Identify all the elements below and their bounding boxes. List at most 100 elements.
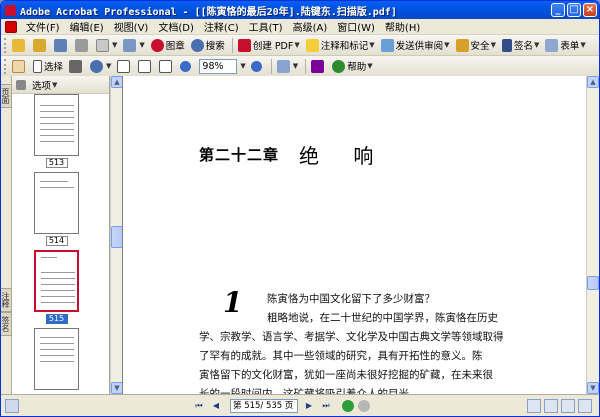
- select-tool-button[interactable]: 选择: [31, 58, 65, 75]
- attach-button[interactable]: ▼: [121, 37, 146, 54]
- forms-button[interactable]: 表单 ▼: [543, 37, 587, 54]
- menu-window[interactable]: 窗口(W): [332, 19, 380, 34]
- navigation-tabs: 页面 注释 签名: [1, 76, 12, 394]
- options-label[interactable]: 选项: [32, 78, 51, 92]
- status-bar: ⏮ ◀ 第 515/ 535 页 ▶ ⏭: [1, 394, 599, 416]
- page-thumbnails-panel: 选项 ▼ 513 514 515: [12, 76, 110, 394]
- thumbnail-page-515[interactable]: 515: [34, 250, 79, 324]
- create-pdf-button[interactable]: 创建 PDF ▼: [236, 37, 302, 54]
- thumbnails-list[interactable]: 513 514 515: [12, 94, 109, 394]
- zoom-in-button[interactable]: [246, 58, 266, 75]
- file-toolbar: ▼ ▼ 图章 搜索 创建 PDF ▼ 注释和标记 ▼ 发送供审阅 ▼ 安全 ▼ 签名 ▼ …: [1, 35, 599, 56]
- email-button[interactable]: ▼: [94, 37, 119, 54]
- options-dropdown[interactable]: ▼: [52, 81, 57, 89]
- menu-tools[interactable]: 工具(T): [244, 19, 288, 34]
- zoom-out-icon: [180, 60, 192, 72]
- yahoo-button[interactable]: [309, 58, 328, 75]
- open-button[interactable]: [10, 37, 29, 54]
- menu-bar: 文件(F) 编辑(E) 视图(V) 文档(D) 注释(C) 工具(T) 高级(A…: [1, 19, 599, 35]
- menu-comments[interactable]: 注释(C): [199, 19, 244, 34]
- last-page-button[interactable]: ⏭: [319, 399, 333, 413]
- fit-width-button[interactable]: [157, 58, 176, 75]
- scroll-up-arrow[interactable]: ▲: [587, 76, 599, 88]
- tab-pages[interactable]: 页面: [1, 84, 12, 108]
- forms-icon: [545, 38, 559, 52]
- continuous-page-icon[interactable]: [544, 398, 558, 413]
- chapter-name: 绝 响: [299, 144, 388, 168]
- tab-signatures[interactable]: 签名: [1, 312, 12, 336]
- pen-icon: [501, 38, 512, 52]
- zoom-input[interactable]: 98%: [199, 58, 238, 74]
- thumbnail-image: [34, 250, 79, 312]
- tab-comments[interactable]: 注释: [1, 288, 12, 312]
- menu-document[interactable]: 文档(D): [153, 19, 199, 34]
- send-review-button[interactable]: 发送供审阅 ▼: [379, 37, 452, 54]
- comment-markup-button[interactable]: 注释和标记 ▼: [304, 37, 377, 54]
- zoom-in-icon: [250, 60, 262, 72]
- text-line-3: 学、宗教学、语言学、考据学、文化学及中国古典文学等领域取得: [199, 331, 504, 343]
- send-review-icon: [380, 38, 394, 52]
- help-button[interactable]: 帮助 ▼: [330, 58, 374, 75]
- menu-edit[interactable]: 编辑(E): [65, 19, 109, 34]
- next-page-button[interactable]: ▶: [302, 399, 316, 413]
- zoom-out-button[interactable]: [178, 58, 195, 75]
- camera-icon: [69, 59, 83, 73]
- thumbnail-page-513[interactable]: 513: [34, 94, 79, 168]
- fit-page-button[interactable]: [136, 58, 155, 75]
- actual-size-button[interactable]: [115, 58, 134, 75]
- thumbnail-page-514[interactable]: 514: [34, 172, 79, 246]
- snapshot-button[interactable]: [67, 58, 86, 75]
- secure-button[interactable]: 安全 ▼: [454, 37, 498, 54]
- document-menu-icon[interactable]: [5, 20, 17, 33]
- page-number-field[interactable]: 第 515/ 535 页: [230, 398, 298, 413]
- print-icon: [75, 38, 88, 52]
- back-view-icon[interactable]: [342, 399, 354, 412]
- thumbnails-scrollbar[interactable]: ▲ ▼: [110, 76, 123, 394]
- scroll-thumb[interactable]: [587, 276, 599, 290]
- close-button[interactable]: ×: [583, 3, 597, 17]
- single-page-icon[interactable]: [527, 398, 541, 413]
- thumbnail-image: [34, 328, 79, 390]
- menu-view[interactable]: 视图(V): [109, 19, 154, 34]
- email-icon: [96, 38, 109, 52]
- menu-help[interactable]: 帮助(H): [380, 19, 425, 34]
- search-button[interactable]: 搜索: [189, 37, 227, 54]
- stamp-button[interactable]: 图章: [149, 37, 187, 54]
- page-layout-icon[interactable]: [5, 398, 19, 413]
- toolbar-grip-2[interactable]: [4, 58, 7, 74]
- document-view[interactable]: 第二十二章 绝 响 1 陈寅恪为中国文化留下了多少财富？ 粗略地说，在二十世纪的…: [122, 76, 586, 394]
- first-page-button[interactable]: ⏮: [192, 399, 206, 413]
- rotate-button[interactable]: ▼: [275, 58, 300, 75]
- trash-icon[interactable]: [16, 79, 26, 90]
- save-icon: [54, 38, 67, 52]
- continuous-facing-icon[interactable]: [578, 398, 592, 413]
- previous-page-button[interactable]: ◀: [209, 399, 223, 413]
- thumbnail-page-516[interactable]: [34, 328, 79, 390]
- folder-open-icon: [12, 38, 25, 52]
- print-button[interactable]: [73, 37, 92, 54]
- stamp-label: 图章: [165, 41, 185, 52]
- title-bar[interactable]: Adobe Acrobat Professional - [[陈寅恪的最后20年…: [1, 1, 599, 19]
- sign-button[interactable]: 签名 ▼: [500, 37, 541, 54]
- forms-label: 表单: [560, 41, 580, 52]
- toolbar-grip[interactable]: [4, 37, 7, 53]
- menu-advanced[interactable]: 高级(A): [288, 19, 333, 34]
- save-button[interactable]: [52, 37, 71, 54]
- yahoo-icon: [311, 59, 325, 73]
- menu-file[interactable]: 文件(F): [21, 19, 65, 34]
- thumbnail-page-number: 514: [45, 236, 68, 246]
- create-pdf-icon: [237, 38, 251, 52]
- scroll-down-arrow[interactable]: ▼: [587, 382, 599, 394]
- zoom-icon: [90, 59, 104, 73]
- maximize-button[interactable]: □: [567, 3, 581, 17]
- organizer-button[interactable]: [31, 37, 50, 54]
- text-line-4: 了罕有的成就。其中一些领域的研究，具有开拓性的意义。陈: [199, 350, 483, 362]
- document-scrollbar[interactable]: ▲ ▼: [586, 76, 599, 394]
- forward-view-icon[interactable]: [358, 399, 370, 412]
- zoom-tool-button[interactable]: ▼: [88, 58, 113, 75]
- search-label: 搜索: [205, 41, 225, 52]
- minimize-button[interactable]: _: [551, 3, 565, 17]
- hand-tool-button[interactable]: [10, 58, 29, 75]
- sign-label: 签名: [513, 41, 533, 52]
- facing-page-icon[interactable]: [561, 398, 575, 413]
